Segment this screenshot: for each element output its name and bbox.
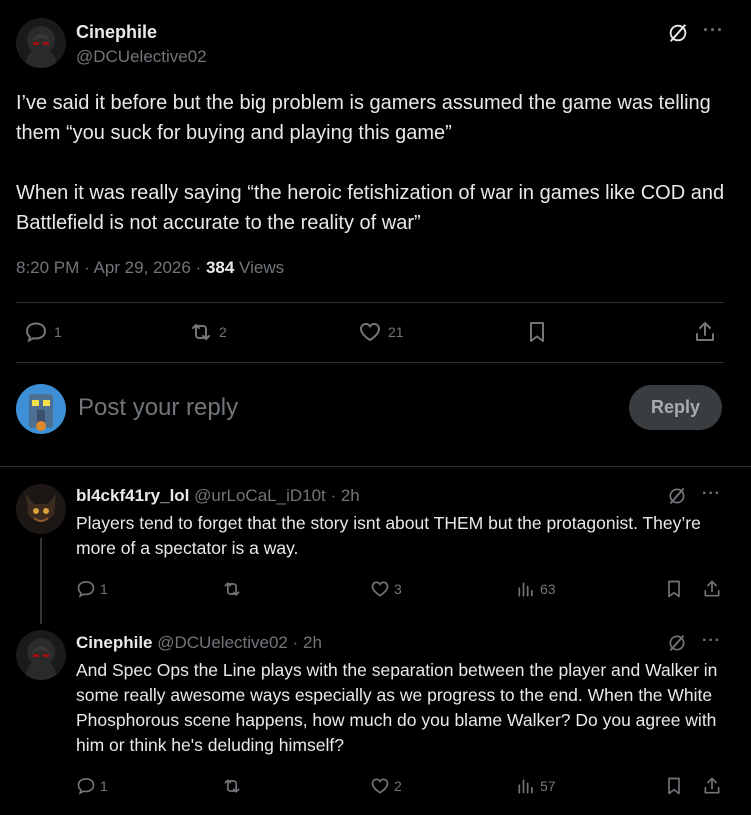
reply-count: 1	[54, 324, 62, 340]
reply-1-text: Players tend to forget that the story is…	[76, 513, 701, 558]
reply-2-like-count: 2	[394, 778, 402, 794]
reply-1-views-action[interactable]: 63	[516, 579, 556, 599]
post-author-handle[interactable]: @DCUelective02	[76, 47, 207, 67]
reply-1-view-count: 63	[540, 581, 556, 597]
avatar-reply-1[interactable]	[16, 484, 66, 534]
reply-button[interactable]: Reply	[629, 385, 722, 430]
post-text: I’ve said it before but the big problem …	[16, 92, 725, 234]
like-count: 21	[388, 324, 404, 340]
analytics-icon	[518, 779, 533, 794]
more-options-icon[interactable]: ···	[702, 632, 721, 650]
bookmark-action[interactable]	[525, 320, 549, 344]
grok-icon[interactable]	[667, 486, 689, 508]
more-options-icon[interactable]: ···	[703, 20, 724, 41]
bookmark-icon	[668, 580, 680, 598]
share-action[interactable]	[693, 320, 717, 344]
heart-icon	[371, 778, 389, 794]
reply-2-view-count: 57	[540, 778, 556, 794]
reply-1-author-name[interactable]: bl4ckf41ry_lol	[76, 486, 189, 505]
reply-2-author-handle[interactable]: @DCUelective02 · 2h	[157, 633, 322, 652]
post-author-name[interactable]: Cinephile	[76, 22, 157, 43]
bookmark-icon	[530, 322, 544, 342]
reply-1-like-count: 3	[394, 581, 402, 597]
repost-icon	[192, 324, 210, 340]
grok-icon[interactable]	[667, 633, 689, 655]
reply-2-reply-action[interactable]: 1	[76, 776, 108, 796]
reply-1-header: bl4ckf41ry_lol @urLoCaL_iD10t · 2h	[76, 486, 360, 506]
reply-2-reply-count: 1	[100, 778, 108, 794]
post-timestamp[interactable]: 8:20 PM · Apr 29, 2026 ·	[16, 258, 206, 277]
reply-2-text: And Spec Ops the Line plays with the sep…	[76, 660, 718, 755]
reply-1-reply-action[interactable]: 1	[76, 579, 108, 599]
reply-1-like-action[interactable]: 3	[370, 579, 402, 599]
tweet-thread: Cinephile @DCUelective02 ··· I’ve said i…	[0, 0, 751, 815]
reply-2-views-action[interactable]: 57	[516, 776, 556, 796]
post-meta: 8:20 PM · Apr 29, 2026 · 384 Views	[16, 258, 284, 278]
reply-1-author-handle[interactable]: @urLoCaL_iD10t · 2h	[194, 486, 360, 505]
reply-2-share-action[interactable]	[702, 776, 722, 796]
like-action[interactable]: 21	[358, 320, 404, 344]
thread-line	[40, 538, 42, 624]
more-options-icon[interactable]: ···	[702, 485, 721, 503]
repost-icon	[224, 582, 240, 596]
reply-1-repost-action[interactable]	[222, 579, 246, 599]
reply-1-reply-count: 1	[100, 581, 108, 597]
divider-actions	[16, 362, 724, 363]
views-label: Views	[234, 258, 285, 277]
repost-action[interactable]: 2	[189, 320, 227, 344]
divider-composer	[0, 466, 751, 467]
reply-2-like-action[interactable]: 2	[370, 776, 402, 796]
heart-icon	[371, 581, 389, 597]
avatar-self[interactable]	[16, 384, 66, 434]
heart-icon	[360, 322, 380, 342]
reply-2-author-name[interactable]: Cinephile	[76, 633, 153, 652]
repost-icon	[224, 779, 240, 793]
reply-2-bookmark-action[interactable]	[664, 776, 684, 796]
views-count[interactable]: 384	[206, 258, 234, 277]
reply-action[interactable]: 1	[24, 320, 62, 344]
bookmark-icon	[668, 777, 680, 795]
reply-icon	[77, 778, 95, 795]
reply-icon	[77, 581, 95, 598]
reply-1-bookmark-action[interactable]	[664, 579, 684, 599]
share-icon	[696, 322, 714, 341]
analytics-icon	[518, 582, 533, 597]
reply-input[interactable]: Post your reply	[78, 394, 238, 422]
reply-icon	[25, 322, 47, 343]
reply-2-header: Cinephile @DCUelective02 · 2h	[76, 633, 322, 653]
reply-2-repost-action[interactable]	[222, 776, 246, 796]
reply-1-share-action[interactable]	[702, 579, 722, 599]
divider-top	[16, 302, 724, 303]
avatar-reply-2[interactable]	[16, 630, 66, 680]
avatar-main[interactable]	[16, 18, 66, 68]
repost-count: 2	[219, 324, 227, 340]
share-icon	[704, 777, 720, 794]
grok-icon[interactable]	[667, 22, 689, 44]
share-icon	[704, 580, 720, 597]
